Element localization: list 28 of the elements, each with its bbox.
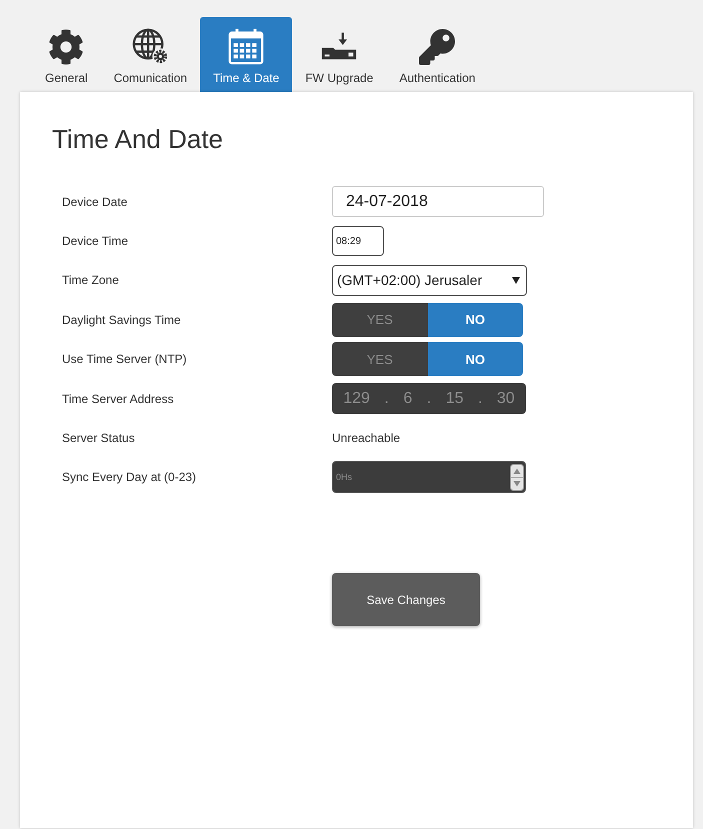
toggle-option[interactable]: NO [428, 342, 523, 376]
settings-tab[interactable]: Comunication [100, 17, 200, 92]
toggle-option[interactable]: NO [428, 302, 523, 337]
key-icon [419, 29, 456, 65]
field-label: Use Time Server (NTP) [62, 352, 187, 366]
field-label: Sync Every Day at (0-23) [62, 470, 196, 484]
settings-tab[interactable]: Authentication [386, 17, 488, 92]
settings-tab[interactable]: Time & Date [200, 17, 292, 92]
sync-hour-field[interactable]: 0Hs [332, 461, 526, 494]
server-status-text: Unreachable [332, 431, 400, 446]
caret-icon [512, 276, 520, 284]
field-label: Time Zone [62, 273, 119, 288]
date-field[interactable]: 24-07-2018 [332, 186, 544, 218]
field-label: Device Date [62, 194, 128, 209]
page-title: Time And Date [52, 123, 224, 155]
field-label: Device Time [62, 234, 128, 248]
spinner-icon[interactable] [510, 464, 524, 491]
field-label: Time Server Address [62, 392, 174, 406]
gear-icon [48, 29, 84, 65]
field-label: Daylight Savings Time [62, 312, 181, 327]
settings-tab[interactable]: General [32, 17, 101, 92]
settings-tab[interactable]: FW Upgrade [292, 17, 386, 92]
time-field[interactable]: 08:29 [332, 226, 384, 256]
time-zone-select[interactable]: (GMT+02:00) Jerusaler [332, 264, 527, 296]
globe-gear-icon [131, 27, 170, 65]
calendar-icon [227, 27, 266, 65]
save-changes-button[interactable]: Save Changes [332, 573, 480, 626]
field-label: Server Status [62, 431, 135, 446]
